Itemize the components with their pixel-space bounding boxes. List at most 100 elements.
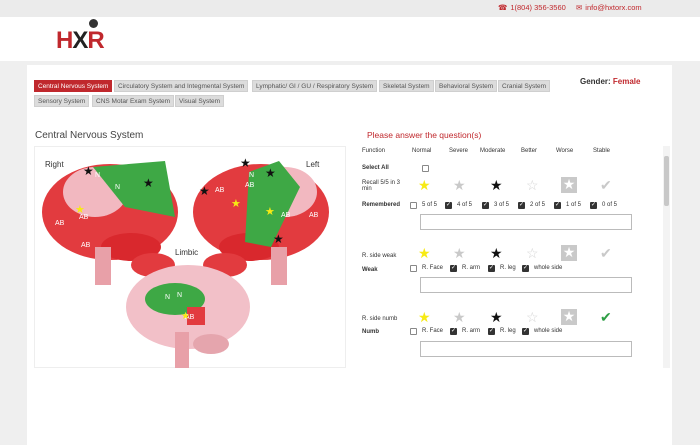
envelope-icon: ✉: [576, 3, 583, 12]
region-label: N: [95, 172, 100, 179]
q2-title: Weak: [362, 267, 378, 273]
q1-opt-label: 4 of 5: [457, 202, 473, 208]
region-label: AB: [245, 182, 255, 189]
worse-star-icon[interactable]: ★: [561, 309, 577, 325]
q3-title: Numb: [362, 329, 379, 335]
normal-star-icon[interactable]: ★: [418, 310, 431, 324]
region-label: AB: [309, 212, 319, 219]
tab-behavioral-system[interactable]: Behavioral System: [435, 80, 498, 92]
q2-opt-label: R. leg: [500, 265, 516, 271]
region-label: AB: [55, 220, 65, 227]
questions-panel: Function Normal Severe Moderate Better W…: [358, 146, 668, 368]
col-better: Better: [521, 148, 538, 154]
questions-scrollbar[interactable]: [663, 146, 670, 368]
stable-check-icon[interactable]: ✔: [600, 310, 612, 324]
q1-opt-label: 1 of 5: [566, 202, 582, 208]
normal-star-icon[interactable]: ★: [418, 246, 431, 260]
tab-sensory-system[interactable]: Sensory System: [34, 95, 90, 107]
label-left: Left: [306, 160, 320, 169]
q3-opt-checkbox[interactable]: [450, 327, 457, 335]
q2-opt-label: whole side: [534, 265, 563, 271]
label-limbic: Limbic: [175, 248, 198, 257]
email-contact[interactable]: ✉ info@hxtorx.com: [576, 3, 642, 12]
moderate-star-icon[interactable]: ★: [490, 246, 503, 260]
col-normal: Normal: [412, 148, 432, 154]
tab-cranial-system[interactable]: Cranial System: [498, 80, 551, 92]
scrollbar-thumb[interactable]: [664, 156, 669, 206]
q3-notes-textarea[interactable]: [420, 341, 632, 357]
q3-opt-label: R. arm: [462, 328, 480, 334]
region-label: N: [177, 292, 182, 299]
q2-function: R. side weak: [362, 253, 397, 259]
q1-title: Remembered: [362, 202, 401, 208]
q1-opt-checkbox[interactable]: [518, 201, 525, 209]
q1-opt-checkbox[interactable]: [445, 201, 452, 209]
region-label: N: [165, 294, 170, 301]
q2-opt-label: R. Face: [422, 265, 444, 271]
tab-skeletal-system[interactable]: Skeletal System: [379, 80, 434, 92]
worse-star-icon[interactable]: ★: [561, 177, 577, 193]
moderate-star-icon[interactable]: ★: [490, 178, 503, 192]
top-contact-bar: ☎ 1(804) 356-3560 ✉ info@hxtorx.com: [0, 0, 700, 17]
region-label: N: [115, 184, 120, 191]
q1-opt-checkbox[interactable]: [554, 201, 561, 209]
q1-notes-textarea[interactable]: [420, 214, 632, 230]
col-worse: Worse: [556, 148, 574, 154]
q3-opt-checkbox[interactable]: [522, 327, 529, 335]
severe-star-icon[interactable]: ★: [453, 310, 466, 324]
stable-check-icon[interactable]: ✔: [600, 246, 612, 260]
q3-opt-label: R. Face: [422, 328, 444, 334]
star-icon: ★: [273, 232, 284, 246]
q1-opt-checkbox[interactable]: [482, 201, 489, 209]
q1-opt-checkbox[interactable]: [590, 201, 597, 209]
tab-circulatory-system[interactable]: Circulatory System and Integmental Syste…: [114, 80, 249, 92]
q1-opt-checkbox[interactable]: [410, 202, 417, 209]
left-hemisphere-image[interactable]: [193, 161, 329, 285]
brain-diagram[interactable]: Right Left Limbic N N AB AB AB N AB AB A…: [34, 146, 346, 368]
q3-opt-checkbox[interactable]: [488, 327, 495, 335]
star-icon: ★: [265, 166, 276, 180]
q2-opt-checkbox[interactable]: [488, 264, 495, 272]
star-icon: ★: [231, 198, 241, 210]
severe-star-icon[interactable]: ★: [453, 178, 466, 192]
moderate-star-icon[interactable]: ★: [490, 310, 503, 324]
label-right: Right: [45, 160, 64, 169]
email-address[interactable]: info@hxtorx.com: [585, 3, 641, 12]
logo-globe-icon: [89, 19, 98, 28]
stable-check-icon[interactable]: ✔: [600, 178, 612, 192]
phone-number[interactable]: 1(804) 356-3560: [510, 3, 565, 12]
q3-opt-label: R. leg: [500, 328, 516, 334]
tab-central-nervous-system[interactable]: Central Nervous System: [34, 80, 113, 92]
q3-opt-checkbox[interactable]: [410, 328, 417, 335]
brain-illustration: Right Left Limbic N N AB AB AB N AB AB A…: [42, 156, 329, 368]
star-icon: ★: [83, 164, 94, 178]
phone-contact[interactable]: ☎ 1(804) 356-3560: [498, 3, 566, 12]
q2-opt-checkbox[interactable]: [522, 264, 529, 272]
col-stable: Stable: [593, 148, 611, 154]
q1-opt-label: 3 of 5: [494, 202, 510, 208]
region-label: AB: [81, 242, 91, 249]
q1-opt-label: 5 of 5: [422, 202, 438, 208]
region-label: N: [249, 172, 254, 179]
logo[interactable]: HXR: [56, 27, 105, 55]
section-title: Central Nervous System: [35, 130, 144, 141]
q2-notes-textarea[interactable]: [420, 277, 632, 293]
region-label: AB: [215, 187, 225, 194]
tab-lymphatic-system[interactable]: Lymphatic/ GI / GU / Respiratory System: [252, 80, 378, 92]
star-icon: ★: [181, 311, 190, 322]
better-star-outline-icon[interactable]: ☆: [526, 310, 539, 324]
tab-cns-motar-exam-system[interactable]: CNS Motar Exam System: [92, 95, 175, 107]
region-label: AB: [281, 212, 291, 219]
tab-visual-system[interactable]: Visual System: [175, 95, 225, 107]
better-star-outline-icon[interactable]: ☆: [526, 246, 539, 260]
better-star-outline-icon[interactable]: ☆: [526, 178, 539, 192]
select-all-checkbox[interactable]: [422, 165, 429, 172]
q2-opt-checkbox[interactable]: [450, 264, 457, 272]
q3-function: R. side numb: [362, 316, 398, 322]
severe-star-icon[interactable]: ★: [453, 246, 466, 260]
q2-opt-checkbox[interactable]: [410, 265, 417, 272]
normal-star-icon[interactable]: ★: [418, 178, 431, 192]
worse-star-icon[interactable]: ★: [561, 245, 577, 261]
star-icon: ★: [199, 184, 210, 198]
gender-display: Gender: Female: [580, 77, 641, 86]
